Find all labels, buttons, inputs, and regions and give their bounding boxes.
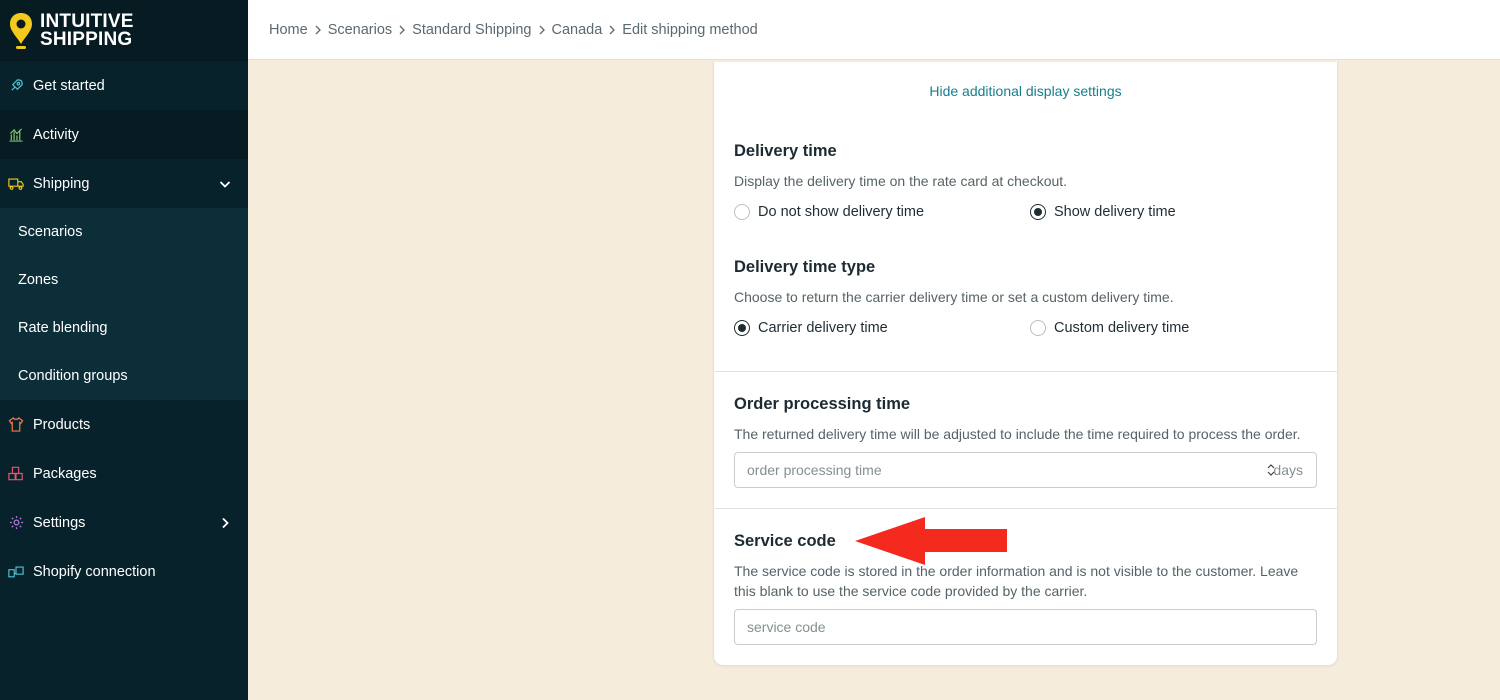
breadcrumb-standard-shipping[interactable]: Standard Shipping (412, 22, 531, 38)
radio-do-not-show-delivery-time[interactable]: Do not show delivery time (734, 204, 924, 220)
radio-label: Carrier delivery time (758, 320, 888, 336)
sidebar-item-get-started[interactable]: Get started (0, 61, 248, 110)
sidebar-item-label: Activity (33, 126, 79, 143)
shipping-submenu: Scenarios Zones Rate blending Condition … (0, 208, 248, 400)
breadcrumb-current: Edit shipping method (622, 21, 758, 38)
radio-label: Do not show delivery time (758, 204, 925, 220)
chevron-right-icon[interactable] (218, 516, 232, 530)
radio-circle[interactable] (734, 204, 750, 220)
sidebar-item-label: Get started (33, 77, 105, 94)
sidebar-item-shipping[interactable]: Shipping (0, 159, 248, 208)
gear-icon (8, 515, 24, 531)
radio-custom-delivery-time[interactable]: Custom delivery time (1030, 320, 1189, 336)
service-code-field (734, 609, 1317, 645)
location-pin-icon (10, 12, 32, 49)
delivery-time-title: Delivery time (734, 142, 837, 160)
radio-circle-checked[interactable] (734, 320, 750, 336)
annotation-arrow-icon (855, 517, 1007, 565)
breadcrumb: Home Scenarios Standard Shipping Canada … (248, 0, 1500, 60)
breadcrumb-canada[interactable]: Canada (552, 22, 603, 38)
chevron-right-icon (398, 25, 406, 35)
sidebar-item-label: Products (33, 416, 91, 433)
display-settings-card: Hide additional display settings Deliver… (713, 62, 1338, 666)
sidebar-item-activity[interactable]: Activity (0, 110, 248, 159)
truck-icon (8, 176, 24, 192)
sidebar-item-condition-groups[interactable]: Condition groups (0, 352, 248, 400)
sidebar-item-label: Shipping (33, 175, 90, 192)
chevron-right-icon (538, 25, 546, 35)
sidebar-item-scenarios[interactable]: Scenarios (0, 208, 248, 256)
boxes-icon (8, 466, 24, 482)
sidebar: INTUITIVE SHIPPING Get started Activity … (0, 0, 248, 700)
radio-label: Show delivery time (1054, 204, 1176, 220)
breadcrumb-home[interactable]: Home (269, 22, 308, 38)
hide-additional-settings-link[interactable]: Hide additional display settings (714, 83, 1337, 99)
sidebar-item-products[interactable]: Products (0, 400, 248, 449)
brand-line2: SHIPPING (40, 28, 133, 50)
chevron-down-icon[interactable] (218, 177, 232, 191)
days-suffix: days (1273, 462, 1303, 478)
order-processing-title: Order processing time (734, 395, 911, 413)
service-code-desc: The service code is stored in the order … (734, 563, 1299, 599)
sidebar-item-label: Settings (33, 514, 86, 531)
delivery-time-type-desc: Choose to return the carrier delivery ti… (734, 289, 1174, 305)
order-processing-field: days (734, 452, 1317, 488)
order-processing-desc: The returned delivery time will be adjus… (734, 426, 1301, 442)
sidebar-item-label: Shopify connection (33, 563, 156, 580)
brand-logo[interactable]: INTUITIVE SHIPPING (0, 0, 248, 61)
sidebar-item-shopify-connection[interactable]: Shopify connection (0, 547, 248, 596)
radio-circle[interactable] (1030, 320, 1046, 336)
sidebar-item-zones[interactable]: Zones (0, 256, 248, 304)
chevron-right-icon (608, 25, 616, 35)
radio-show-delivery-time[interactable]: Show delivery time (1030, 204, 1176, 220)
service-code-title: Service code (734, 532, 836, 550)
radio-label: Custom delivery time (1054, 320, 1190, 336)
brand-line1: INTUITIVE (40, 10, 134, 32)
sidebar-item-rate-blending[interactable]: Rate blending (0, 304, 248, 352)
sidebar-item-settings[interactable]: Settings (0, 498, 248, 547)
shopify-icon (8, 564, 24, 580)
breadcrumb-scenarios[interactable]: Scenarios (328, 22, 392, 38)
section-divider (714, 371, 1337, 372)
chart-icon (8, 127, 24, 143)
delivery-time-type-title: Delivery time type (734, 258, 876, 276)
delivery-time-desc: Display the delivery time on the rate ca… (734, 173, 1068, 189)
chevron-right-icon (314, 25, 322, 35)
section-divider (714, 508, 1337, 509)
sidebar-item-label: Packages (33, 465, 97, 482)
service-code-input[interactable] (735, 610, 1316, 644)
radio-carrier-delivery-time[interactable]: Carrier delivery time (734, 320, 888, 336)
radio-circle-checked[interactable] (1030, 204, 1046, 220)
shirt-icon (8, 417, 24, 433)
order-processing-input[interactable] (735, 453, 1316, 487)
sidebar-item-packages[interactable]: Packages (0, 449, 248, 498)
rocket-icon (8, 78, 24, 94)
